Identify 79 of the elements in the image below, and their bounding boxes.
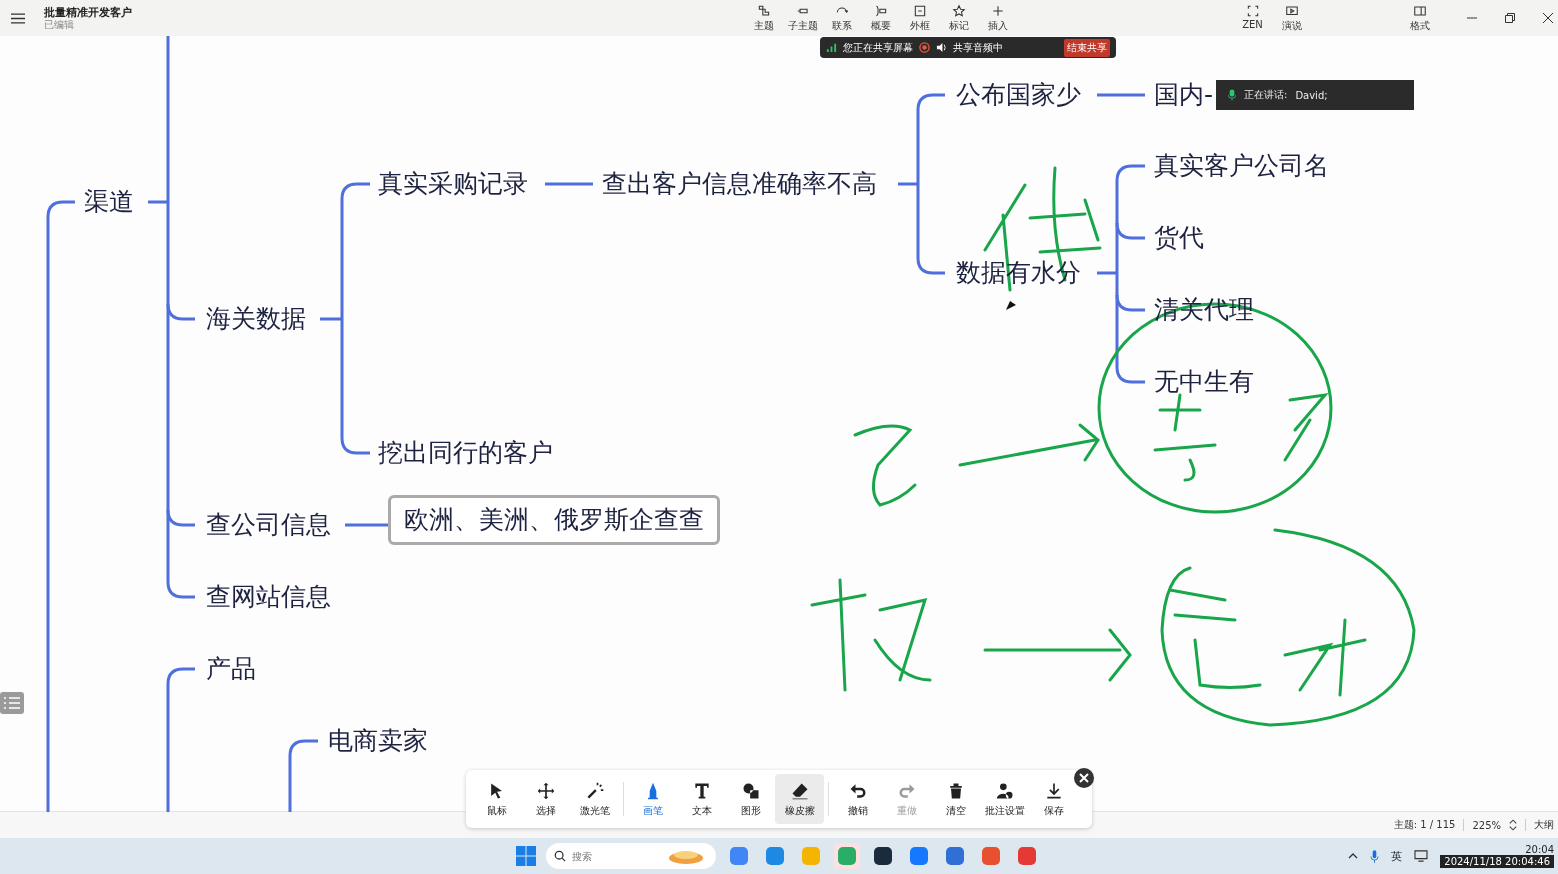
audio-status: 共享音频中 [953,40,1003,55]
toolbar-button[interactable]: 插入 [978,3,1017,33]
restore-icon[interactable] [1505,13,1515,23]
outline-button[interactable]: 大纲 [1534,818,1554,832]
topic-node[interactable]: 无中生有 [1154,363,1254,401]
format-button[interactable]: 格式 [1400,3,1439,33]
speaking-label: 正在讲话: [1244,88,1288,102]
signal-icon [826,42,837,53]
topic-count: 主题: 1 / 115 [1393,818,1456,832]
topic-node[interactable]: 国内- [1154,76,1214,114]
close-icon[interactable] [1074,768,1094,788]
microphone-icon [1228,89,1236,101]
annotation-tool-button[interactable]: 批注设置 [980,774,1029,824]
menu-icon[interactable] [11,12,25,24]
annotation-tool-button[interactable]: 激光笔 [570,774,619,824]
side-panel-icon [1412,3,1427,18]
annotation-tool-button[interactable]: 选择 [521,774,570,824]
topic-node[interactable]: 查出客户信息准确率不高 [602,165,877,203]
outline-toggle-icon[interactable] [0,692,24,714]
pen-cursor-icon [1006,301,1016,310]
date-time-overlay: 2024/11/18 20:04:46 [1440,855,1554,868]
annotation-tool-button[interactable]: 画笔 [628,774,677,824]
record-icon[interactable] [919,42,930,53]
taskbar-time[interactable]: 20:04 [1525,844,1554,855]
fullscreen-icon [1245,3,1260,18]
handwriting-stroke [1283,392,1329,462]
annotation-tool-button[interactable]: 清空 [931,774,980,824]
topic-node[interactable]: 公布国家少 [956,76,1081,114]
annotation-tool-button[interactable]: 文本 [677,774,726,824]
close-icon[interactable] [1543,13,1553,23]
connector-line [1097,93,1145,97]
toolbar-button[interactable]: 概要 [861,3,900,33]
windows-start-icon[interactable] [516,846,536,866]
topic-node[interactable]: 真实采购记录 [378,165,528,203]
document-title: 批量精准开发客户 [44,6,133,19]
summary-icon [873,3,888,18]
stop-sharing-button[interactable]: 结束共享 [1064,38,1110,57]
stepper-icon[interactable] [1509,819,1517,831]
toolbar-button[interactable]: 外框 [900,3,939,33]
toolbar-button[interactable]: ZEN [1233,3,1272,33]
topic-node[interactable]: 查网站信息 [206,578,331,616]
topic-node[interactable]: 渠道 [84,183,134,221]
boundary-icon [912,3,927,18]
chevron-up-icon[interactable] [1348,853,1359,859]
toolbar-button[interactable]: 主题 [744,3,783,33]
topic-node[interactable]: 货代 [1154,219,1204,257]
annotation-tool-button[interactable]: 橡皮擦 [775,774,824,824]
speaker-icon [936,42,947,53]
share-status: 您正在共享屏幕 [843,40,913,55]
input-method-indicator[interactable]: 英 [1391,848,1403,864]
star-icon [951,3,966,18]
connector-line [345,523,388,527]
toolbar-button[interactable]: 子主题 [783,3,822,33]
topic-node[interactable]: 查公司信息 [206,506,331,544]
topic-node[interactable]: 电商卖家 [328,722,428,760]
topic-node[interactable]: 产品 [206,650,256,688]
microphone-icon[interactable] [1370,849,1380,863]
annotation-tool-button[interactable]: 撤销 [833,774,882,824]
topic-node[interactable]: 欧洲、美洲、俄罗斯企查查 [388,495,720,545]
annotation-tool-button[interactable]: 图形 [726,774,775,824]
move-icon [535,780,556,801]
topic-node[interactable]: 挖出同行的客户 [378,434,553,472]
topic-icon [756,3,771,18]
speaker-name: David; [1295,89,1328,101]
zoom-level[interactable]: 225% [1472,819,1501,831]
plus-icon [990,3,1005,18]
toolbar-button[interactable]: 联系 [822,3,861,33]
search-icon [554,850,566,862]
play-icon [1284,3,1299,18]
annotation-tool-button[interactable]: 鼠标 [472,774,521,824]
edit-status: 已编辑 [44,19,75,30]
connector-line [545,182,593,186]
topic-node[interactable]: 海关数据 [206,300,306,338]
monitor-icon[interactable] [1414,850,1429,862]
toolbar-button[interactable]: 演说 [1272,3,1311,33]
topic-node[interactable]: 真实客户公司名 [1154,147,1329,185]
toolbar-button[interactable]: 标记 [939,3,978,33]
annotation-tool-button[interactable]: 保存 [1029,774,1078,824]
taskbar-search-field[interactable]: 搜索 [546,843,716,869]
